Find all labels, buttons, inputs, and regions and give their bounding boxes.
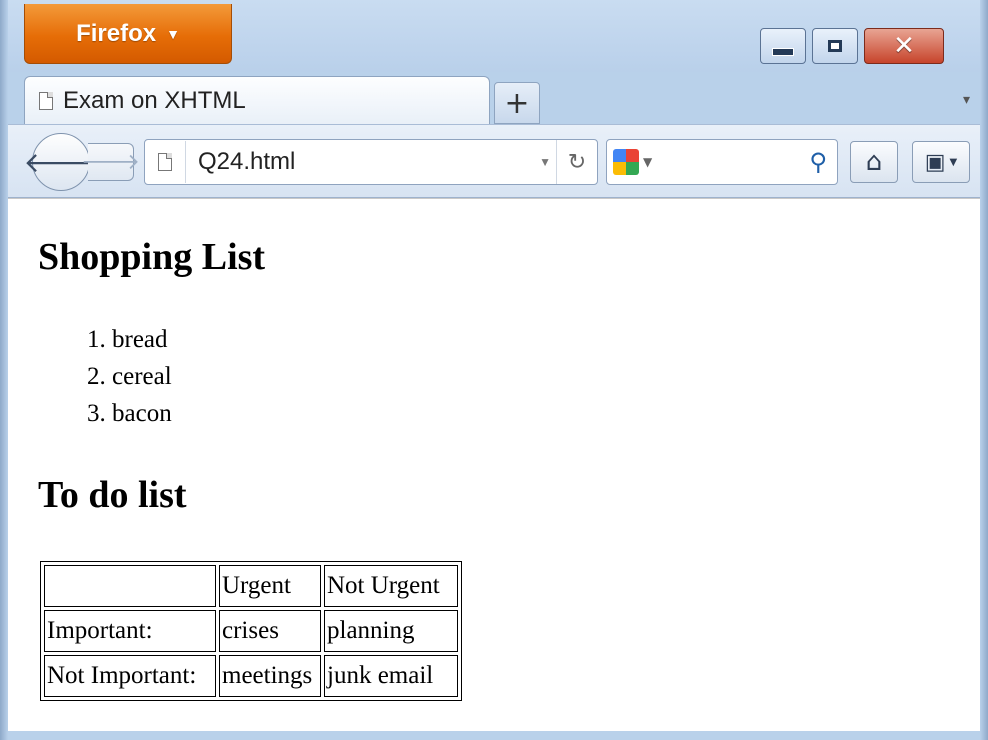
firefox-menu-label: Firefox [76,19,157,47]
minimize-button[interactable] [760,28,806,64]
site-identity-button[interactable] [145,141,186,183]
list-item: cereal [112,358,172,395]
magnifier-icon[interactable]: ⚲ [809,148,827,176]
window-frame-right [980,0,988,740]
table-cell: meetings [219,655,321,697]
page-icon [158,153,172,171]
bookmarks-button[interactable]: ▣ ▼ [912,141,970,183]
list-item: bread [112,321,172,358]
chevron-down-icon: ▼ [166,25,180,42]
window-frame-left [0,0,8,740]
url-text: Q24.html [198,148,296,175]
forward-arrow-icon: 🡒 [81,150,140,175]
plus-icon: + [504,85,530,121]
page-heading-shopping-list: Shopping List [38,236,266,278]
table-row: Urgent Not Urgent [44,565,458,607]
bookmarks-icon: ▣ [924,149,946,175]
table-row: Important: crises planning [44,610,458,652]
table-cell [44,565,216,607]
tab-exam-on-xhtml[interactable]: Exam on XHTML [24,76,490,124]
table-cell: crises [219,610,321,652]
tab-strip: Exam on XHTML + ▾ [8,72,980,124]
shopping-list: bread cereal bacon [38,321,172,432]
home-icon: ⌂ [865,147,883,177]
search-engine-dropdown-icon[interactable]: ▼ [643,155,652,169]
close-button[interactable]: ✕ [864,28,944,64]
address-bar[interactable]: Q24.html ▼ ↻ [144,139,598,185]
table-row: Not Important: meetings junk email [44,655,458,697]
history-dropdown-icon[interactable]: ▼ [539,155,551,169]
new-tab-button[interactable]: + [494,82,540,124]
minimize-icon [772,48,794,56]
navigation-toolbar: 🡐 🡒 Q24.html ▼ ↻ ▼ ⚲ ⌂ ▣ ▼ [8,124,980,198]
tab-list-chevron-icon[interactable]: ▾ [963,92,970,108]
list-item: bacon [112,395,172,432]
table-cell: junk email [324,655,458,697]
tab-title: Exam on XHTML [63,86,246,114]
page-icon [39,91,53,110]
table-cell: Not Urgent [324,565,458,607]
forward-button[interactable]: 🡒 [81,143,140,181]
firefox-menu-button[interactable]: Firefox ▼ [24,4,232,64]
table-cell: Important: [44,610,216,652]
todo-table: Urgent Not Urgent Important: crises plan… [40,561,462,701]
google-icon[interactable] [613,149,639,175]
chevron-down-icon: ▼ [949,156,958,168]
browser-window: Firefox ▼ ✕ Exam on XHTML + ▾ 🡐 🡒 Q24.ht… [0,0,988,740]
page-content: Shopping List bread cereal bacon To do l… [8,198,980,731]
reload-icon[interactable]: ↻ [556,140,597,184]
maximize-icon [828,40,842,52]
table-cell: Urgent [219,565,321,607]
maximize-button[interactable] [812,28,858,64]
page-heading-to-do-list: To do list [38,474,187,516]
table-cell: Not Important: [44,655,216,697]
table-cell: planning [324,610,458,652]
search-box[interactable]: ▼ ⚲ [606,139,838,185]
home-button[interactable]: ⌂ [850,141,898,183]
close-icon: ✕ [893,31,915,61]
